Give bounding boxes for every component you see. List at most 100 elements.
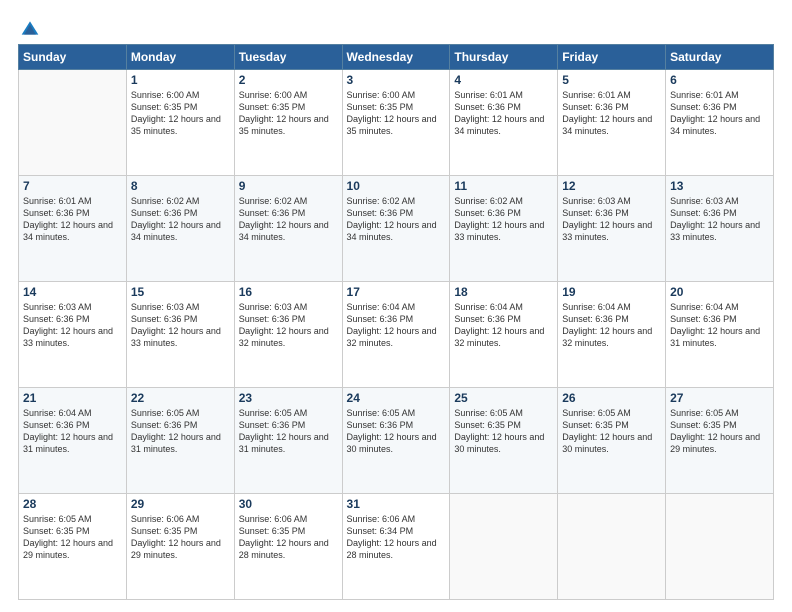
cell-info: Sunrise: 6:00 AMSunset: 6:35 PMDaylight:… xyxy=(131,89,230,138)
cell-info: Sunrise: 6:02 AMSunset: 6:36 PMDaylight:… xyxy=(347,195,446,244)
week-row-3: 14 Sunrise: 6:03 AMSunset: 6:36 PMDayligh… xyxy=(19,282,774,388)
day-number: 12 xyxy=(562,179,661,193)
column-header-monday: Monday xyxy=(126,45,234,70)
calendar-cell: 15 Sunrise: 6:03 AMSunset: 6:36 PMDayligh… xyxy=(126,282,234,388)
column-header-tuesday: Tuesday xyxy=(234,45,342,70)
week-row-5: 28 Sunrise: 6:05 AMSunset: 6:35 PMDayligh… xyxy=(19,494,774,600)
day-number: 23 xyxy=(239,391,338,405)
day-number: 7 xyxy=(23,179,122,193)
day-number: 5 xyxy=(562,73,661,87)
calendar-cell: 22 Sunrise: 6:05 AMSunset: 6:36 PMDayligh… xyxy=(126,388,234,494)
calendar-cell: 6 Sunrise: 6:01 AMSunset: 6:36 PMDaylight… xyxy=(666,70,774,176)
calendar-cell: 5 Sunrise: 6:01 AMSunset: 6:36 PMDaylight… xyxy=(558,70,666,176)
day-number: 1 xyxy=(131,73,230,87)
cell-info: Sunrise: 6:04 AMSunset: 6:36 PMDaylight:… xyxy=(454,301,553,350)
page: SundayMondayTuesdayWednesdayThursdayFrid… xyxy=(0,0,792,612)
calendar-cell: 7 Sunrise: 6:01 AMSunset: 6:36 PMDaylight… xyxy=(19,176,127,282)
day-number: 15 xyxy=(131,285,230,299)
cell-info: Sunrise: 6:05 AMSunset: 6:35 PMDaylight:… xyxy=(454,407,553,456)
cell-info: Sunrise: 6:04 AMSunset: 6:36 PMDaylight:… xyxy=(23,407,122,456)
calendar-cell: 10Sunrise: 6:02 AMSunset: 6:36 PMDayligh… xyxy=(342,176,450,282)
day-number: 3 xyxy=(347,73,446,87)
cell-info: Sunrise: 6:01 AMSunset: 6:36 PMDaylight:… xyxy=(23,195,122,244)
day-number: 9 xyxy=(239,179,338,193)
day-number: 16 xyxy=(239,285,338,299)
cell-info: Sunrise: 6:04 AMSunset: 6:36 PMDaylight:… xyxy=(670,301,769,350)
column-header-sunday: Sunday xyxy=(19,45,127,70)
day-number: 6 xyxy=(670,73,769,87)
calendar-cell: 26 Sunrise: 6:05 AMSunset: 6:35 PMDayligh… xyxy=(558,388,666,494)
day-number: 26 xyxy=(562,391,661,405)
calendar-cell: 25 Sunrise: 6:05 AMSunset: 6:35 PMDayligh… xyxy=(450,388,558,494)
logo xyxy=(18,18,40,36)
column-header-wednesday: Wednesday xyxy=(342,45,450,70)
day-number: 22 xyxy=(131,391,230,405)
day-number: 27 xyxy=(670,391,769,405)
cell-info: Sunrise: 6:05 AMSunset: 6:35 PMDaylight:… xyxy=(23,513,122,562)
calendar-cell: 19 Sunrise: 6:04 AMSunset: 6:36 PMDayligh… xyxy=(558,282,666,388)
cell-info: Sunrise: 6:01 AMSunset: 6:36 PMDaylight:… xyxy=(454,89,553,138)
cell-info: Sunrise: 6:00 AMSunset: 6:35 PMDaylight:… xyxy=(239,89,338,138)
cell-info: Sunrise: 6:03 AMSunset: 6:36 PMDaylight:… xyxy=(239,301,338,350)
calendar-cell: 8 Sunrise: 6:02 AMSunset: 6:36 PMDaylight… xyxy=(126,176,234,282)
cell-info: Sunrise: 6:03 AMSunset: 6:36 PMDaylight:… xyxy=(23,301,122,350)
cell-info: Sunrise: 6:01 AMSunset: 6:36 PMDaylight:… xyxy=(670,89,769,138)
cell-info: Sunrise: 6:03 AMSunset: 6:36 PMDaylight:… xyxy=(562,195,661,244)
calendar-cell xyxy=(450,494,558,600)
calendar-cell: 11 Sunrise: 6:02 AMSunset: 6:36 PMDayligh… xyxy=(450,176,558,282)
cell-info: Sunrise: 6:06 AMSunset: 6:35 PMDaylight:… xyxy=(239,513,338,562)
column-header-thursday: Thursday xyxy=(450,45,558,70)
calendar-cell: 3 Sunrise: 6:00 AMSunset: 6:35 PMDaylight… xyxy=(342,70,450,176)
calendar-cell xyxy=(19,70,127,176)
week-row-2: 7 Sunrise: 6:01 AMSunset: 6:36 PMDaylight… xyxy=(19,176,774,282)
week-row-4: 21Sunrise: 6:04 AMSunset: 6:36 PMDayligh… xyxy=(19,388,774,494)
cell-info: Sunrise: 6:05 AMSunset: 6:36 PMDaylight:… xyxy=(131,407,230,456)
week-row-1: 1 Sunrise: 6:00 AMSunset: 6:35 PMDaylight… xyxy=(19,70,774,176)
day-number: 4 xyxy=(454,73,553,87)
calendar-cell: 14 Sunrise: 6:03 AMSunset: 6:36 PMDayligh… xyxy=(19,282,127,388)
day-number: 13 xyxy=(670,179,769,193)
day-number: 11 xyxy=(454,179,553,193)
cell-info: Sunrise: 6:05 AMSunset: 6:36 PMDaylight:… xyxy=(239,407,338,456)
day-number: 19 xyxy=(562,285,661,299)
calendar-cell: 31Sunrise: 6:06 AMSunset: 6:34 PMDayligh… xyxy=(342,494,450,600)
day-number: 18 xyxy=(454,285,553,299)
cell-info: Sunrise: 6:01 AMSunset: 6:36 PMDaylight:… xyxy=(562,89,661,138)
calendar-cell: 13 Sunrise: 6:03 AMSunset: 6:36 PMDayligh… xyxy=(666,176,774,282)
day-number: 25 xyxy=(454,391,553,405)
cell-info: Sunrise: 6:06 AMSunset: 6:34 PMDaylight:… xyxy=(347,513,446,562)
day-number: 14 xyxy=(23,285,122,299)
day-number: 8 xyxy=(131,179,230,193)
calendar-cell: 16 Sunrise: 6:03 AMSunset: 6:36 PMDayligh… xyxy=(234,282,342,388)
logo-icon xyxy=(20,18,40,38)
header-row: SundayMondayTuesdayWednesdayThursdayFrid… xyxy=(19,45,774,70)
cell-info: Sunrise: 6:02 AMSunset: 6:36 PMDaylight:… xyxy=(239,195,338,244)
calendar-cell: 12 Sunrise: 6:03 AMSunset: 6:36 PMDayligh… xyxy=(558,176,666,282)
cell-info: Sunrise: 6:05 AMSunset: 6:35 PMDaylight:… xyxy=(670,407,769,456)
cell-info: Sunrise: 6:05 AMSunset: 6:35 PMDaylight:… xyxy=(562,407,661,456)
header xyxy=(18,18,774,36)
day-number: 2 xyxy=(239,73,338,87)
day-number: 24 xyxy=(347,391,446,405)
cell-info: Sunrise: 6:04 AMSunset: 6:36 PMDaylight:… xyxy=(347,301,446,350)
cell-info: Sunrise: 6:02 AMSunset: 6:36 PMDaylight:… xyxy=(131,195,230,244)
day-number: 28 xyxy=(23,497,122,511)
calendar-cell: 28 Sunrise: 6:05 AMSunset: 6:35 PMDayligh… xyxy=(19,494,127,600)
calendar-cell: 4 Sunrise: 6:01 AMSunset: 6:36 PMDaylight… xyxy=(450,70,558,176)
calendar-cell: 20Sunrise: 6:04 AMSunset: 6:36 PMDayligh… xyxy=(666,282,774,388)
calendar-cell: 29Sunrise: 6:06 AMSunset: 6:35 PMDayligh… xyxy=(126,494,234,600)
column-header-saturday: Saturday xyxy=(666,45,774,70)
cell-info: Sunrise: 6:03 AMSunset: 6:36 PMDaylight:… xyxy=(131,301,230,350)
calendar-cell: 1 Sunrise: 6:00 AMSunset: 6:35 PMDaylight… xyxy=(126,70,234,176)
cell-info: Sunrise: 6:04 AMSunset: 6:36 PMDaylight:… xyxy=(562,301,661,350)
day-number: 30 xyxy=(239,497,338,511)
calendar-cell: 30 Sunrise: 6:06 AMSunset: 6:35 PMDayligh… xyxy=(234,494,342,600)
day-number: 17 xyxy=(347,285,446,299)
calendar-cell: 2 Sunrise: 6:00 AMSunset: 6:35 PMDaylight… xyxy=(234,70,342,176)
cell-info: Sunrise: 6:00 AMSunset: 6:35 PMDaylight:… xyxy=(347,89,446,138)
cell-info: Sunrise: 6:05 AMSunset: 6:36 PMDaylight:… xyxy=(347,407,446,456)
day-number: 29 xyxy=(131,497,230,511)
cell-info: Sunrise: 6:02 AMSunset: 6:36 PMDaylight:… xyxy=(454,195,553,244)
column-header-friday: Friday xyxy=(558,45,666,70)
cell-info: Sunrise: 6:03 AMSunset: 6:36 PMDaylight:… xyxy=(670,195,769,244)
